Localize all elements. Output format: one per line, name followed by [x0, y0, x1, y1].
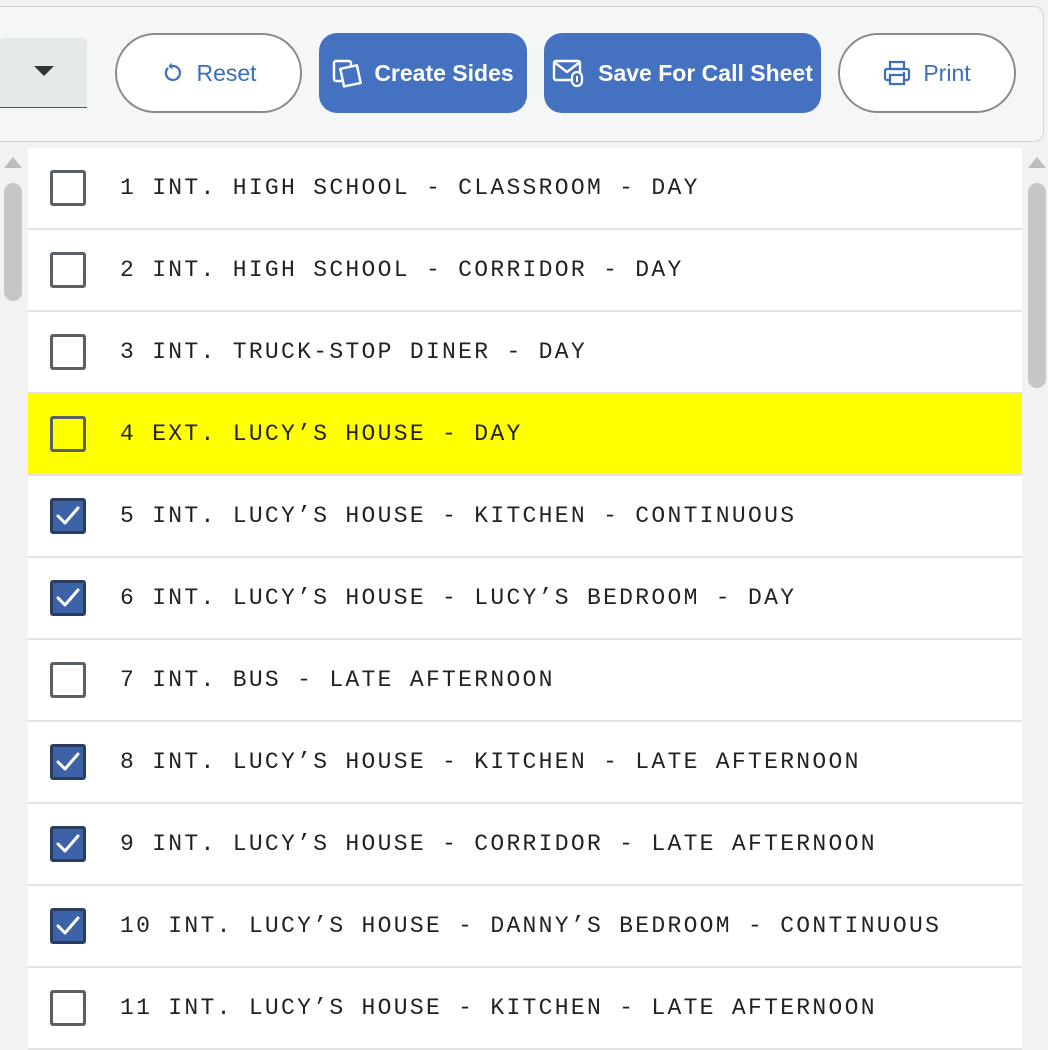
scene-label: 7 INT. BUS - LATE AFTERNOON: [120, 667, 555, 693]
printer-icon: [883, 60, 911, 86]
mail-attachment-icon: [552, 58, 586, 88]
checkmark-icon: [56, 834, 80, 853]
chevron-down-icon[interactable]: [34, 66, 54, 76]
scene-row[interactable]: 6 INT. LUCY’S HOUSE - LUCY’S BEDROOM - D…: [28, 558, 1022, 640]
reset-button-label: Reset: [196, 59, 257, 86]
scene-row[interactable]: 5 INT. LUCY’S HOUSE - KITCHEN - CONTINUO…: [28, 476, 1022, 558]
scene-row[interactable]: 3 INT. TRUCK-STOP DINER - DAY: [28, 312, 1022, 394]
scene-label: 8 INT. LUCY’S HOUSE - KITCHEN - LATE AFT…: [120, 749, 861, 775]
scene-row[interactable]: 8 INT. LUCY’S HOUSE - KITCHEN - LATE AFT…: [28, 722, 1022, 804]
left-scroll-up-arrow[interactable]: [4, 157, 22, 168]
scene-label: 1 INT. HIGH SCHOOL - CLASSROOM - DAY: [120, 175, 700, 201]
left-scrollbar-thumb[interactable]: [4, 183, 22, 301]
scene-checkbox[interactable]: [50, 170, 86, 206]
scene-checkbox[interactable]: [50, 990, 86, 1026]
scene-row[interactable]: 11 INT. LUCY’S HOUSE - KITCHEN - LATE AF…: [28, 968, 1022, 1050]
scene-label: 3 INT. TRUCK-STOP DINER - DAY: [120, 339, 587, 365]
scene-checkbox[interactable]: [50, 662, 86, 698]
scene-row[interactable]: 2 INT. HIGH SCHOOL - CORRIDOR - DAY: [28, 230, 1022, 312]
scene-row[interactable]: 10 INT. LUCY’S HOUSE - DANNY’S BEDROOM -…: [28, 886, 1022, 968]
scene-checkbox[interactable]: [50, 908, 86, 944]
scene-label: 6 INT. LUCY’S HOUSE - LUCY’S BEDROOM - D…: [120, 585, 797, 611]
checkmark-icon: [56, 916, 80, 935]
scene-label: 11 INT. LUCY’S HOUSE - KITCHEN - LATE AF…: [120, 995, 877, 1021]
scene-label: 10 INT. LUCY’S HOUSE - DANNY’S BEDROOM -…: [120, 913, 942, 939]
save-for-call-sheet-label: Save For Call Sheet: [598, 59, 813, 86]
print-button-label: Print: [923, 59, 971, 86]
scene-checkbox[interactable]: [50, 826, 86, 862]
create-sides-button[interactable]: Create Sides: [319, 33, 527, 113]
checkmark-icon: [56, 506, 80, 525]
print-button[interactable]: Print: [838, 33, 1016, 113]
create-sides-label: Create Sides: [374, 59, 514, 86]
scene-label: 9 INT. LUCY’S HOUSE - CORRIDOR - LATE AF…: [120, 831, 877, 857]
scene-checkbox[interactable]: [50, 252, 86, 288]
right-scrollbar-thumb[interactable]: [1028, 183, 1046, 388]
scene-checkbox[interactable]: [50, 416, 86, 452]
checkmark-icon: [56, 588, 80, 607]
save-for-call-sheet-button[interactable]: Save For Call Sheet: [544, 33, 821, 113]
scene-checkbox[interactable]: [50, 580, 86, 616]
scene-row[interactable]: 4 EXT. LUCY’S HOUSE - DAY: [28, 394, 1022, 476]
scene-row[interactable]: 7 INT. BUS - LATE AFTERNOON: [28, 640, 1022, 722]
scene-label: 2 INT. HIGH SCHOOL - CORRIDOR - DAY: [120, 257, 684, 283]
checkmark-icon: [56, 752, 80, 771]
scene-checkbox[interactable]: [50, 498, 86, 534]
reset-icon: [160, 61, 184, 85]
scene-checkbox[interactable]: [50, 744, 86, 780]
scene-checkbox[interactable]: [50, 334, 86, 370]
copy-pages-icon: [332, 58, 363, 88]
reset-button[interactable]: Reset: [115, 33, 302, 113]
scene-row[interactable]: 9 INT. LUCY’S HOUSE - CORRIDOR - LATE AF…: [28, 804, 1022, 886]
right-scroll-up-arrow[interactable]: [1028, 157, 1046, 168]
scene-list: 1 INT. HIGH SCHOOL - CLASSROOM - DAY 2 IN…: [28, 148, 1022, 1050]
scene-label: 5 INT. LUCY’S HOUSE - KITCHEN - CONTINUO…: [120, 503, 797, 529]
scene-label: 4 EXT. LUCY’S HOUSE - DAY: [120, 421, 523, 447]
scene-row[interactable]: 1 INT. HIGH SCHOOL - CLASSROOM - DAY: [28, 148, 1022, 230]
